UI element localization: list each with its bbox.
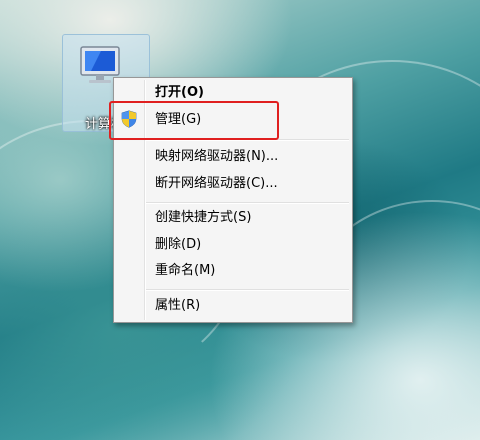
annotation-highlight-box xyxy=(109,101,279,140)
menu-item-create-shortcut[interactable]: 创建快捷方式(S) xyxy=(116,206,350,230)
menu-item-disconnect-network-drive[interactable]: 断开网络驱动器(C)... xyxy=(116,172,350,196)
menu-separator xyxy=(146,289,349,291)
menu-item-properties[interactable]: 属性(R) xyxy=(116,294,350,318)
menu-item-delete[interactable]: 删除(D) xyxy=(116,233,350,257)
menu-separator xyxy=(146,202,349,204)
menu-item-map-network-drive[interactable]: 映射网络驱动器(N)... xyxy=(116,145,350,169)
menu-item-rename[interactable]: 重命名(M) xyxy=(116,259,350,283)
